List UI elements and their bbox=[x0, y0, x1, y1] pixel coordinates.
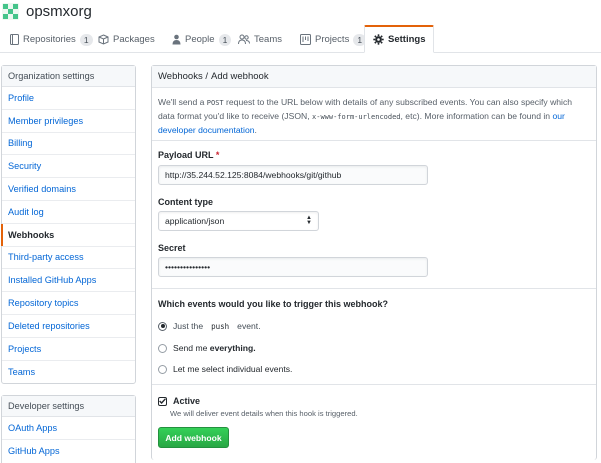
radio-button[interactable] bbox=[158, 343, 167, 353]
breadcrumb-webhooks[interactable]: Webhooks / bbox=[158, 71, 208, 82]
active-label: Active bbox=[173, 396, 201, 406]
intro-part: , etc). More information can be found in bbox=[400, 111, 553, 121]
org-tabs: Repositories 1 Packages People 1 Teams P… bbox=[0, 25, 601, 53]
sidebar-item-github-apps[interactable]: GitHub Apps bbox=[2, 440, 135, 463]
push-code: push bbox=[211, 321, 230, 331]
content-type-select[interactable]: application/json ▲ ▼ bbox=[158, 211, 319, 231]
intro-post-code: POST bbox=[206, 99, 224, 107]
sidebar-item-installed-github-apps[interactable]: Installed GitHub Apps bbox=[2, 269, 135, 293]
intro-part: We'll send a bbox=[158, 97, 207, 107]
menu-heading: Organization settings bbox=[2, 66, 135, 87]
developer-settings-menu: Developer settings OAuth Apps GitHub App… bbox=[1, 395, 136, 463]
sidebar-item-deleted-repositories[interactable]: Deleted repositories bbox=[2, 315, 135, 338]
sidebar-item-audit-log[interactable]: Audit log bbox=[2, 201, 135, 224]
gear-icon bbox=[373, 34, 384, 45]
team-icon bbox=[238, 34, 250, 45]
content-type-label: Content type bbox=[158, 197, 213, 207]
tab-projects[interactable]: Projects 1 bbox=[300, 26, 367, 53]
org-header: opsmxorg bbox=[0, 0, 601, 27]
tab-label: Repositories bbox=[23, 34, 76, 45]
add-webhook-button[interactable]: Add webhook bbox=[158, 427, 229, 448]
intro-text: We'll send a POST request to the URL bel… bbox=[158, 96, 590, 137]
radio-label-bold: everything. bbox=[209, 343, 256, 353]
tab-teams[interactable]: Teams bbox=[238, 26, 282, 53]
tab-counter: 1 bbox=[79, 33, 93, 46]
content-type-value: application/json bbox=[165, 216, 225, 226]
select-arrows-icon: ▲ ▼ bbox=[306, 215, 312, 226]
sidebar-item-teams[interactable]: Teams bbox=[2, 361, 135, 384]
radio-just-push[interactable]: Just the push event. bbox=[158, 321, 261, 331]
tab-label: Packages bbox=[113, 34, 155, 45]
tab-packages[interactable]: Packages bbox=[98, 26, 155, 53]
package-icon bbox=[98, 34, 109, 45]
secret-input[interactable]: ••••••••••••••• bbox=[158, 257, 428, 277]
sidebar-item-webhooks[interactable]: Webhooks bbox=[1, 223, 135, 247]
active-checkbox[interactable] bbox=[158, 396, 167, 406]
sidebar-item-verified-domains[interactable]: Verified domains bbox=[2, 178, 135, 201]
radio-everything[interactable]: Send me everything. bbox=[158, 343, 256, 353]
intro-part: . bbox=[254, 125, 257, 135]
intro-format-code: x-www-form-urlencoded bbox=[312, 113, 401, 121]
tab-repositories[interactable]: Repositories 1 bbox=[10, 26, 93, 53]
radio-label: Send me bbox=[173, 343, 210, 353]
project-icon bbox=[300, 34, 311, 45]
secret-label: Secret bbox=[158, 243, 186, 253]
org-avatar[interactable] bbox=[2, 3, 19, 20]
checkmark-icon bbox=[159, 398, 166, 404]
sidebar-item-third-party-access[interactable]: Third-party access bbox=[2, 247, 135, 270]
tab-settings[interactable]: Settings bbox=[364, 25, 435, 53]
divider bbox=[152, 140, 596, 141]
sidebar-item-projects[interactable]: Projects bbox=[2, 338, 135, 361]
tab-people[interactable]: People 1 bbox=[172, 26, 232, 53]
radio-label: Let me select individual events. bbox=[173, 364, 293, 374]
divider bbox=[152, 288, 596, 289]
sidebar-item-profile[interactable]: Profile bbox=[2, 87, 135, 110]
required-marker: * bbox=[215, 150, 220, 160]
secret-value: ••••••••••••••• bbox=[165, 262, 211, 272]
org-name[interactable]: opsmxorg bbox=[26, 3, 92, 20]
radio-label: event. bbox=[237, 321, 261, 331]
menu-heading: Developer settings bbox=[2, 396, 135, 417]
tab-label: Settings bbox=[388, 34, 426, 45]
add-webhook-panel: Webhooks / Add webhook We'll send a POST… bbox=[151, 65, 597, 460]
radio-label: Just the bbox=[173, 321, 204, 331]
active-checkbox-row[interactable]: Active bbox=[158, 396, 200, 406]
tab-label: People bbox=[185, 34, 215, 45]
tab-label: Projects bbox=[315, 34, 350, 45]
payload-url-label: Payload URL * bbox=[158, 150, 219, 160]
events-question: Which events would you like to trigger t… bbox=[158, 299, 389, 309]
radio-button[interactable] bbox=[158, 364, 167, 374]
tab-counter: 1 bbox=[218, 33, 232, 46]
sidebar-item-oauth-apps[interactable]: OAuth Apps bbox=[2, 417, 135, 440]
breadcrumb: Webhooks / Add webhook bbox=[152, 66, 596, 88]
sidebar-item-member-privileges[interactable]: Member privileges bbox=[2, 110, 135, 133]
radio-individual-events[interactable]: Let me select individual events. bbox=[158, 364, 292, 374]
payload-url-input[interactable]: http://35.244.52.125:8084/webhooks/git/g… bbox=[158, 165, 428, 185]
org-settings-menu: Organization settings Profile Member pri… bbox=[1, 65, 136, 385]
active-note: We will deliver event details when this … bbox=[170, 409, 358, 418]
person-icon bbox=[172, 34, 181, 45]
divider bbox=[152, 384, 596, 385]
sidebar-item-security[interactable]: Security bbox=[2, 155, 135, 179]
repo-icon bbox=[10, 34, 19, 45]
tab-label: Teams bbox=[254, 34, 282, 45]
payload-url-label-text: Payload URL bbox=[158, 150, 214, 160]
sidebar-item-repository-topics[interactable]: Repository topics bbox=[2, 292, 135, 315]
sidebar-item-billing[interactable]: Billing bbox=[2, 133, 135, 156]
payload-url-value: http://35.244.52.125:8084/webhooks/git/g… bbox=[165, 170, 342, 180]
page-title: Add webhook bbox=[211, 71, 269, 82]
radio-button[interactable] bbox=[158, 321, 167, 331]
